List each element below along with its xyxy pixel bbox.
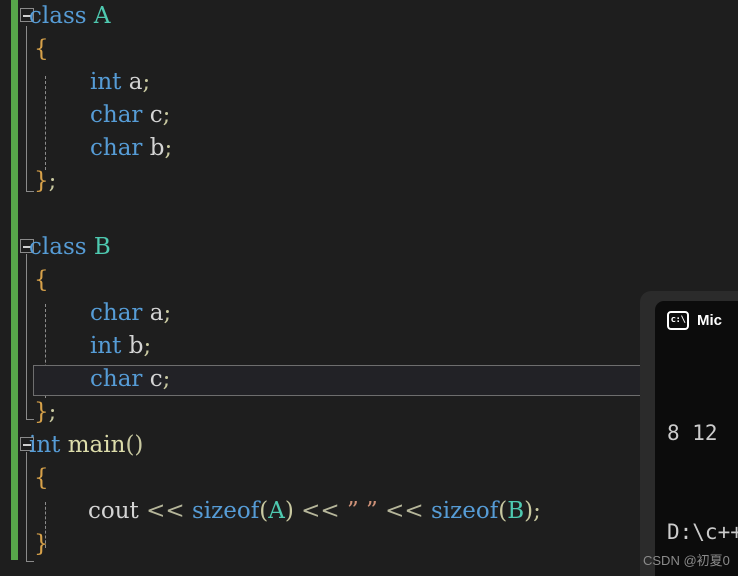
code-editor[interactable]: class A { int a; char c; char b; }; clas… [0, 0, 738, 576]
code-line-text: class B [29, 234, 111, 260]
code-line-text: char b; [90, 135, 173, 161]
code-lines[interactable]: class A { int a; char c; char b; }; clas… [0, 0, 738, 561]
code-line-text: cout << sizeof(A) << ” ” << sizeof(B); [88, 498, 541, 524]
console-window[interactable]: c:\ Mic 8 12 D:\c++ 按任意 [655, 301, 738, 576]
code-line[interactable]: char b; [0, 132, 738, 165]
code-line-text: }; [34, 168, 57, 194]
console-titlebar[interactable]: c:\ Mic [655, 301, 738, 339]
code-line[interactable]: }; [0, 396, 738, 429]
console-output-line: D:\c++ [667, 520, 738, 544]
code-line-text: class A [29, 3, 111, 29]
screen-root: class A { int a; char c; char b; }; clas… [0, 0, 738, 576]
code-line-text: } [34, 531, 49, 557]
watermark: CSDN @初夏0 [643, 553, 730, 568]
code-line[interactable]: class B [0, 231, 738, 264]
code-line[interactable]: { [0, 264, 738, 297]
code-line-text: { [34, 36, 49, 62]
code-line[interactable]: } [0, 528, 738, 561]
code-line-text: { [34, 465, 49, 491]
code-line-blank[interactable] [0, 198, 738, 231]
code-line-text: char a; [90, 300, 172, 326]
code-line[interactable]: cout << sizeof(A) << ” ” << sizeof(B); [0, 495, 738, 528]
code-line[interactable]: class A [0, 0, 738, 33]
code-line-text: char c; [90, 366, 171, 392]
console-output: 8 12 D:\c++ 按任意 [667, 351, 738, 576]
code-line-current[interactable]: char c; [0, 363, 738, 396]
code-line-text: int a; [90, 69, 151, 95]
code-line[interactable]: char a; [0, 297, 738, 330]
code-line-text: { [34, 267, 49, 293]
code-line[interactable]: int a; [0, 66, 738, 99]
cmd-prompt-icon: c:\ [667, 310, 689, 330]
code-line[interactable]: int main() [0, 429, 738, 462]
code-line[interactable]: { [0, 462, 738, 495]
console-output-line: 8 12 [667, 421, 718, 445]
console-title-text: Mic [697, 311, 723, 329]
code-line-text: int b; [90, 333, 152, 359]
code-line-text: }; [34, 399, 57, 425]
code-line[interactable]: }; [0, 165, 738, 198]
code-line[interactable]: char c; [0, 99, 738, 132]
code-line-text: int main() [29, 432, 144, 458]
code-line[interactable]: { [0, 33, 738, 66]
code-line[interactable]: int b; [0, 330, 738, 363]
code-line-text: char c; [90, 102, 171, 128]
